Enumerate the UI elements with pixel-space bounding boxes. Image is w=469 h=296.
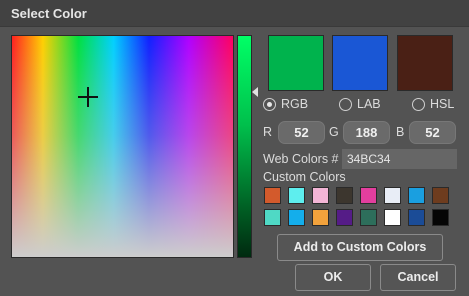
custom-color-swatch[interactable] [264,187,281,204]
custom-color-swatch[interactable] [360,187,377,204]
custom-color-swatch[interactable] [408,187,425,204]
web-colors-label: Web Colors # [263,152,339,166]
custom-color-swatch[interactable] [384,209,401,226]
radio-selected-icon[interactable] [263,98,276,111]
custom-color-swatch[interactable] [384,187,401,204]
custom-color-swatch[interactable] [360,209,377,226]
custom-color-swatch[interactable] [288,209,305,226]
custom-color-swatch[interactable] [312,209,329,226]
hue-slider[interactable] [237,35,252,258]
custom-color-swatch[interactable] [288,187,305,204]
custom-color-swatch[interactable] [312,187,329,204]
custom-color-swatch[interactable] [336,209,353,226]
add-to-custom-colors-button[interactable]: Add to Custom Colors [277,234,443,261]
green-input[interactable]: 188 [343,121,390,144]
custom-color-swatch[interactable] [336,187,353,204]
blue-input[interactable]: 52 [409,121,456,144]
ok-button[interactable]: OK [295,264,371,291]
slider-handle-icon[interactable] [252,87,258,97]
custom-color-swatch[interactable] [408,209,425,226]
red-label: R [263,125,273,139]
radio-icon[interactable] [339,98,352,111]
custom-colors-label: Custom Colors [263,170,346,184]
custom-color-swatch[interactable] [432,209,449,226]
cancel-button[interactable]: Cancel [380,264,456,291]
red-input[interactable]: 52 [278,121,325,144]
custom-color-swatch[interactable] [432,187,449,204]
custom-color-swatch[interactable] [264,209,281,226]
current-color-swatch [268,35,324,91]
dialog-title: Select Color [11,6,87,21]
selected-color-swatch [332,35,388,91]
previous-color-swatch [397,35,453,91]
radio-icon[interactable] [412,98,425,111]
blue-label: B [396,125,405,139]
title-bar: Select Color [0,0,469,27]
crosshair-cursor-icon[interactable] [78,87,98,107]
web-colors-input[interactable]: 34BC34 [342,149,457,169]
green-label: G [329,125,339,139]
color-spectrum[interactable] [11,35,234,258]
